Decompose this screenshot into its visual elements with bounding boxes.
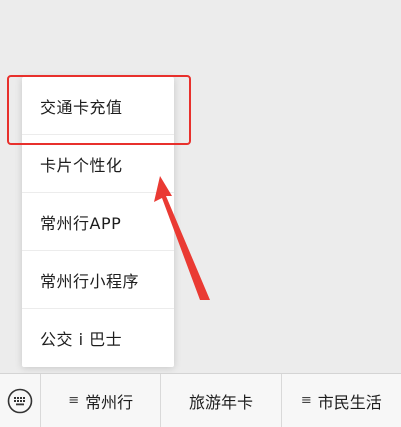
tab-travel-annual-card[interactable]: 旅游年卡 [161, 374, 282, 427]
menu-item-card-personalize[interactable]: 卡片个性化 [22, 135, 174, 193]
menu-item-card-recharge[interactable]: 交通卡充值 [22, 77, 174, 135]
tab-label: 旅游年卡 [188, 392, 253, 412]
menu-icon: ≡ [300, 393, 312, 408]
menu-item-bus-ibus[interactable]: 公交 i 巴士 [22, 309, 174, 367]
popup-menu: 交通卡充值 卡片个性化 常州行APP 常州行小程序 公交 i 巴士 [22, 77, 174, 367]
menu-item-mini-program[interactable]: 常州行小程序 [22, 251, 174, 309]
tab-label: 市民生活 [317, 392, 382, 412]
bottom-menu-bar: ≡ 常州行 旅游年卡 ≡ 市民生活 [0, 373, 401, 427]
keyboard-toggle-button[interactable] [0, 374, 41, 427]
menu-icon: ≡ [68, 393, 80, 408]
menu-item-app[interactable]: 常州行APP [22, 193, 174, 251]
keyboard-icon [7, 388, 33, 413]
tab-changzhouxing[interactable]: ≡ 常州行 [41, 374, 162, 427]
tab-label: 常州行 [85, 392, 134, 412]
tab-citizen-life[interactable]: ≡ 市民生活 [282, 374, 401, 427]
